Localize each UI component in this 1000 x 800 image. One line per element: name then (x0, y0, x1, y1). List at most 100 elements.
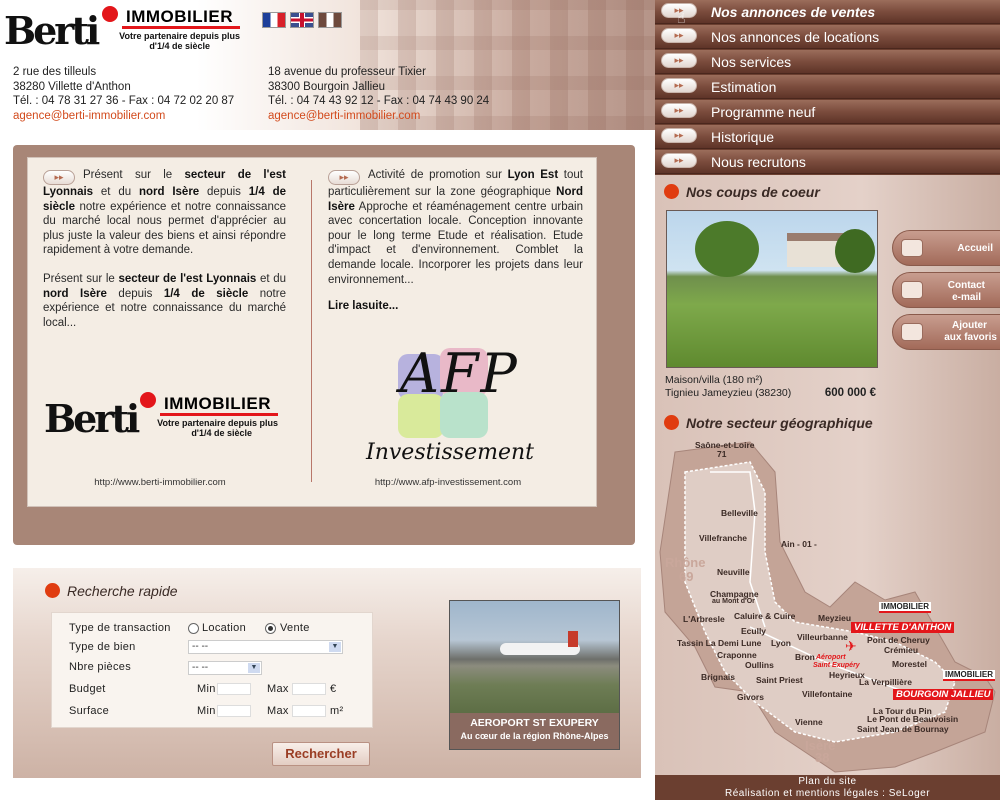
agency2-email-link[interactable]: agence@berti-immobilier.com (268, 109, 528, 124)
fav-label-1: Ajouter (952, 320, 987, 331)
arrow-pill-icon: ▸▸ (43, 170, 75, 185)
label-budget-max: Max (267, 683, 289, 695)
map-label: Saint Priest (756, 675, 803, 685)
input-budget-min[interactable] (217, 683, 251, 695)
unit-m2: m² (330, 705, 344, 717)
map-label: au Mont d'Or (712, 598, 755, 605)
afp-name: Investissement (366, 440, 534, 465)
radio-vente[interactable] (265, 623, 276, 634)
airport-title: AEROPORT ST EXUPERY (470, 717, 599, 729)
map-label: Oullins (745, 660, 774, 670)
property-type: Maison/villa (180 m²) (665, 374, 763, 386)
nav-item-programme-neuf[interactable]: ▸▸ Programme neuf (655, 100, 1000, 124)
map-label: 71 (717, 449, 727, 459)
logo-tagline-2: d'1/4 de siècle (149, 41, 210, 51)
afp-url-link[interactable]: http://www.afp-investissement.com (348, 477, 548, 488)
logo-red-line (160, 413, 278, 416)
map-label: Rhône (665, 555, 706, 570)
map-label: Caluire & Cuire (734, 611, 796, 621)
legal-link[interactable]: Réalisation et mentions légales : SeLoge… (655, 788, 1000, 800)
search-button[interactable]: Rechercher (272, 742, 370, 766)
bullet-icon (664, 184, 679, 199)
berti-url-link[interactable]: http://www.berti-immobilier.com (60, 477, 260, 488)
home-button[interactable]: Accueil (892, 230, 1000, 266)
read-more-link[interactable]: Lire lasuite... (328, 300, 398, 312)
contact-label-2: e-mail (952, 292, 981, 303)
logo-mark: Berti (44, 396, 140, 441)
label-budget-min: Min (197, 683, 216, 695)
agency1-city: 38280 Villette d'Anthon (13, 80, 131, 93)
agency1-email-link[interactable]: agence@berti-immobilier.com (13, 109, 253, 124)
label-location: Location (202, 622, 246, 634)
airport-subtitle: Au cœur de la région Rhône-Alpes (460, 731, 609, 741)
map-label: Tassin La Demi Lune (677, 638, 762, 648)
map-label: Belleville (721, 508, 758, 518)
label-pieces: Nbre pièces (69, 661, 131, 673)
map-agency-logo-bourgoin: IMMOBILIER (943, 670, 995, 681)
afp-logo[interactable]: AFP Investissement (360, 330, 540, 470)
input-budget-max[interactable] (292, 683, 326, 695)
nav-label: Nos annonces de ventes (711, 4, 876, 20)
radio-location[interactable] (188, 623, 199, 634)
contact-email-button[interactable]: Contact e-mail (892, 272, 1000, 308)
map-label: Pont de Cheruy (867, 635, 930, 645)
logo-tagline-1: Votre partenaire depuis plus (157, 418, 278, 428)
nav-item-estimation[interactable]: ▸▸ Estimation (655, 75, 1000, 99)
featured-property-photo[interactable] (666, 210, 878, 368)
map-label: Villeurbanne (797, 632, 848, 642)
map-label: 38 (815, 750, 830, 765)
map-agency-logo-villette: IMMOBILIER (879, 602, 931, 613)
map-label: Vienne (795, 717, 823, 727)
tree-shape (695, 221, 759, 277)
intro-right-text: ▸▸ Activité de promotion sur Lyon Est tou… (328, 169, 583, 286)
map-label: Lyon (771, 638, 791, 648)
airport-promo[interactable]: AEROPORT ST EXUPERY Au cœur de la région… (449, 600, 620, 750)
input-surface-max[interactable] (292, 705, 326, 717)
nav-item-ventes[interactable]: ▸▸ Nos annonces de ventes ☝ (655, 0, 1000, 26)
input-surface-min[interactable] (217, 705, 251, 717)
map-city-villette[interactable]: VILLETTE D'ANTHON (851, 622, 955, 633)
contact-label-1: Contact (947, 280, 985, 291)
airplane-tail-shape (568, 631, 578, 647)
logo-brand: IMMOBILIER (126, 7, 233, 26)
nav-item-locations[interactable]: ▸▸ Nos annonces de locations (655, 25, 1000, 49)
airplane-icon: ✈ (845, 638, 857, 654)
logo-tagline-1: Votre partenaire depuis plus (119, 31, 240, 41)
map-label: Bron (795, 652, 815, 662)
main-nav: ▸▸ Nos annonces de ventes ☝ ▸▸ Nos annonce… (655, 0, 1000, 175)
flag-it-icon[interactable] (318, 12, 342, 28)
home-label: Accueil (957, 243, 993, 254)
sector-map[interactable]: Saône-et-Loire 71 Belleville Villefranch… (655, 432, 1000, 777)
flag-fr-icon[interactable] (262, 12, 286, 28)
label-vente: Vente (280, 622, 310, 634)
label-surface-min: Min (197, 705, 216, 717)
nav-label: Programme neuf (711, 104, 816, 120)
site-logo[interactable]: Berti IMMOBILIER Votre partenaire depuis… (4, 2, 244, 62)
map-city-bourgoin[interactable]: BOURGOIN JALLIEU (893, 689, 994, 700)
label-transaction: Type de transaction (69, 622, 171, 634)
logo-red-dot (102, 6, 118, 22)
flag-uk-icon[interactable] (290, 12, 314, 28)
map-label: Crémieu (884, 645, 919, 655)
select-nbre-pieces[interactable]: -- -- ▼ (188, 661, 262, 675)
site-map-link[interactable]: Plan du site (655, 776, 1000, 788)
berti-logo-large[interactable]: Berti IMMOBILIER Votre partenaire depuis… (44, 392, 284, 452)
label-surface-max: Max (267, 705, 289, 717)
nav-item-services[interactable]: ▸▸ Nos services (655, 50, 1000, 74)
nav-item-historique[interactable]: ▸▸ Historique (655, 125, 1000, 149)
intro-left-text: ▸▸ Présent sur le secteur de l'est Lyonna… (43, 169, 287, 329)
map-label: Ain - 01 - (781, 539, 817, 549)
label-surface: Surface (69, 705, 110, 717)
arrow-pill-icon: ▸▸ (328, 170, 360, 185)
nav-label: Nous recrutons (711, 154, 806, 170)
agency2-street: 18 avenue du professeur Tixier (268, 66, 426, 78)
arrow-pill-icon: ▸▸ (661, 28, 697, 43)
map-label: Givors (737, 692, 764, 702)
nav-label: Historique (711, 129, 775, 145)
map-label: Le Pont de Beauvoisin (867, 714, 959, 724)
arrow-pill-icon: ▸▸ (661, 78, 697, 93)
add-favorites-button[interactable]: Ajouter aux favoris (892, 314, 1000, 350)
select-type-bien[interactable]: -- -- ▼ (188, 640, 343, 654)
nav-item-recrutons[interactable]: ▸▸ Nous recrutons (655, 150, 1000, 174)
map-label: L'Arbresle (683, 614, 725, 624)
